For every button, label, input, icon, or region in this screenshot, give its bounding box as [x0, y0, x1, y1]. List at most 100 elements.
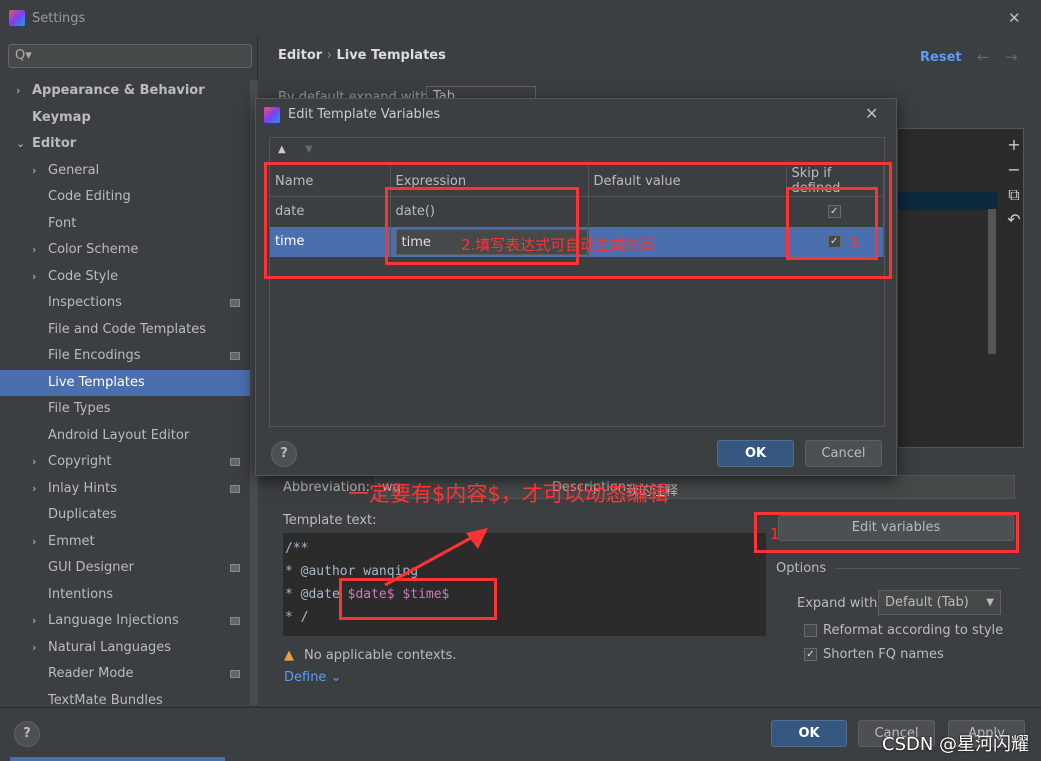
code-line: /** — [285, 541, 309, 556]
sidebar-item-duplicates[interactable]: Duplicates — [0, 502, 254, 528]
chevron-right-icon[interactable]: › — [32, 158, 36, 184]
options-title: Options — [776, 561, 827, 576]
remove-icon[interactable]: − — [1004, 157, 1024, 182]
breadcrumb: Editor › Live Templates — [278, 48, 446, 63]
sidebar-item-file-and-code-templates[interactable]: File and Code Templates — [0, 317, 254, 343]
ok-button[interactable]: OK — [771, 720, 847, 747]
sidebar-item-inspections[interactable]: Inspections — [0, 290, 254, 316]
sidebar-item-label: Android Layout Editor — [48, 427, 190, 443]
reformat-checkbox[interactable]: Reformat according to style — [804, 623, 1003, 638]
sidebar-item-label: Appearance & Behavior — [32, 83, 205, 98]
sidebar-item-live-templates[interactable]: Live Templates — [0, 369, 254, 396]
sidebar-item-label: Inlay Hints — [48, 480, 117, 496]
footer-bar: ? OK Cancel Apply CSDN @星河闪耀 — [0, 707, 1041, 761]
sidebar-item-label: Language Injections — [48, 613, 179, 628]
sidebar-item-intentions[interactable]: Intentions — [0, 582, 254, 608]
sidebar-item-label: Intentions — [48, 586, 114, 602]
selected-template-row[interactable] — [898, 192, 998, 210]
sidebar-item-label: GUI Designer — [48, 560, 134, 575]
move-down-icon[interactable]: ▼ — [305, 144, 313, 155]
breadcrumb-editor[interactable]: Editor — [278, 48, 322, 63]
edit-template-variables-dialog: Edit Template Variables ✕ ▲ ▼ Name Expre… — [255, 98, 897, 476]
chevron-right-icon[interactable]: › — [32, 476, 36, 502]
sidebar-item-label: File Types — [48, 401, 111, 416]
sidebar-item-font[interactable]: Font — [0, 211, 254, 237]
watermark: CSDN @星河闪耀 — [882, 734, 1030, 755]
sidebar-item-reader-mode[interactable]: Reader Mode — [0, 661, 254, 687]
window-title: Settings — [32, 11, 86, 26]
move-up-icon[interactable]: ▲ — [278, 144, 286, 155]
sidebar-item-file-encodings[interactable]: File Encodings — [0, 343, 254, 369]
expand-with-value: Default (Tab) — [885, 595, 969, 610]
sidebar-item-label: Font — [48, 215, 77, 231]
dialog-ok-button[interactable]: OK — [717, 440, 794, 467]
chevron-right-icon[interactable]: › — [32, 608, 36, 634]
sidebar-item-natural-languages[interactable]: › Natural Languages — [0, 635, 254, 661]
sidebar-item-android-layout-editor[interactable]: Android Layout Editor — [0, 423, 254, 449]
sidebar-item-emmet[interactable]: › Emmet — [0, 529, 254, 555]
close-icon[interactable]: ✕ — [1008, 9, 1021, 27]
shorten-fq-checkbox[interactable]: ✓ Shorten FQ names — [804, 647, 944, 662]
revert-icon[interactable]: ↶ — [1004, 207, 1024, 232]
sidebar-item-label: Copyright — [48, 454, 112, 469]
sidebar-item-label: Natural Languages — [48, 639, 172, 655]
options-divider — [835, 568, 1020, 569]
chevron-right-icon[interactable]: › — [32, 529, 36, 555]
sidebar-item-code-style[interactable]: › Code Style — [0, 264, 254, 290]
sidebar-item-general[interactable]: › General — [0, 158, 254, 184]
dialog-close-icon[interactable]: ✕ — [865, 104, 878, 123]
list-scrollbar[interactable] — [988, 209, 996, 354]
sidebar-item-label: Emmet — [48, 533, 95, 549]
chevron-right-icon[interactable]: › — [16, 78, 20, 104]
sidebar-item-label: File Encodings — [48, 348, 141, 363]
chevron-right-icon[interactable]: › — [32, 449, 36, 475]
project-settings-icon — [230, 564, 240, 572]
sidebar-item-code-editing[interactable]: Code Editing — [0, 184, 254, 210]
add-icon[interactable]: + — [1004, 132, 1024, 157]
copy-icon[interactable]: ⧉ — [1004, 182, 1024, 207]
project-settings-icon — [230, 352, 240, 360]
back-arrow-icon[interactable]: ← — [977, 48, 990, 66]
forward-arrow-icon[interactable]: → — [1005, 48, 1018, 66]
annotation-skip-box — [786, 187, 878, 260]
sidebar-item-color-scheme[interactable]: › Color Scheme — [0, 237, 254, 263]
sidebar-item-editor[interactable]: ⌄ Editor — [0, 131, 254, 157]
reset-link[interactable]: Reset — [920, 50, 962, 65]
sidebar-item-keymap[interactable]: Keymap — [0, 105, 254, 131]
sidebar-item-file-types[interactable]: File Types — [0, 396, 254, 422]
reformat-label: Reformat according to style — [823, 623, 1004, 638]
sidebar-item-appearance-behavior[interactable]: › Appearance & Behavior — [0, 78, 254, 104]
checkmark-icon: ✓ — [804, 648, 817, 661]
annotation-step-2: 2.填写表达式可自动生成时间 — [461, 236, 656, 254]
title-bar: Settings ✕ — [0, 0, 1041, 36]
define-link[interactable]: Define ⌄ — [284, 670, 341, 685]
warning-text: No applicable contexts. — [304, 648, 457, 663]
sidebar-item-gui-designer[interactable]: GUI Designer — [0, 555, 254, 581]
sidebar-item-label: Inspections — [48, 295, 122, 310]
breadcrumb-separator: › — [326, 48, 332, 63]
progress-strip — [10, 757, 225, 761]
app-logo-icon — [264, 107, 280, 123]
sidebar-item-label: General — [48, 162, 100, 178]
chevron-down-icon[interactable]: ⌄ — [16, 131, 25, 157]
sidebar-item-label: Code Style — [48, 268, 119, 284]
sidebar-item-label: File and Code Templates — [48, 321, 206, 337]
dialog-cancel-button[interactable]: Cancel — [805, 440, 882, 467]
warning-icon: ▲ — [284, 648, 294, 663]
sidebar-item-copyright[interactable]: › Copyright — [0, 449, 254, 475]
help-button[interactable]: ? — [271, 441, 297, 467]
help-button[interactable]: ? — [14, 721, 40, 747]
sidebar-item-inlay-hints[interactable]: › Inlay Hints — [0, 476, 254, 502]
search-input[interactable]: Q▾ — [8, 44, 252, 68]
expand-with-select[interactable]: Default (Tab) ▼ — [878, 590, 1001, 615]
sidebar-item-label: Duplicates — [48, 507, 117, 522]
annotation-main: 一定要有$内容$，才可以动态编辑 — [348, 482, 669, 506]
sidebar-item-label: Live Templates — [48, 374, 145, 390]
sidebar-item-label: Keymap — [32, 109, 91, 125]
app-logo-icon — [9, 10, 25, 26]
chevron-right-icon[interactable]: › — [32, 237, 36, 263]
chevron-right-icon[interactable]: › — [32, 635, 36, 661]
chevron-right-icon[interactable]: › — [32, 264, 36, 290]
annotation-edit-variables-box — [754, 512, 1019, 553]
sidebar-item-language-injections[interactable]: › Language Injections — [0, 608, 254, 634]
